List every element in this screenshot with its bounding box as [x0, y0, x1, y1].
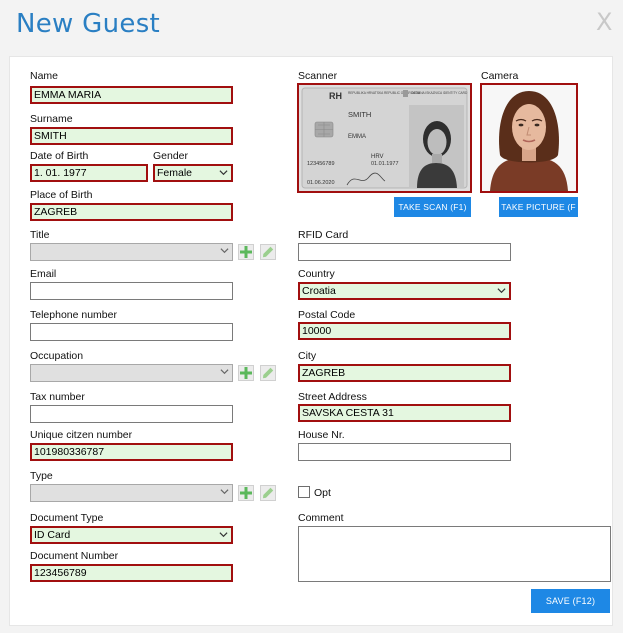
telephone-label: Telephone number [30, 309, 117, 321]
pencil-icon [263, 367, 274, 379]
pencil-icon [263, 246, 274, 258]
comment-textarea[interactable] [298, 526, 611, 582]
window-title: New Guest [16, 9, 161, 39]
pencil-icon [263, 487, 274, 499]
tax-number-label: Tax number [30, 391, 85, 403]
chevron-down-icon [219, 170, 228, 176]
title-bar: New Guest X [0, 0, 623, 52]
email-label: Email [30, 268, 57, 280]
unique-citizen-number-label: Unique citzen number [30, 429, 133, 441]
document-number-field[interactable]: 123456789 [30, 564, 233, 582]
edit-occupation-button[interactable] [260, 365, 276, 381]
scanner-preview: RH REPUBLIKA HRVATSKA REPUBLIC OF CROATI… [297, 83, 472, 193]
opt-label: Opt [314, 487, 331, 499]
city-field[interactable]: ZAGREB [298, 364, 511, 382]
take-picture-button[interactable]: TAKE PICTURE (F [499, 197, 578, 217]
close-icon[interactable]: X [596, 10, 612, 34]
country-select[interactable]: Croatia [298, 282, 511, 300]
house-nr-label: House Nr. [298, 429, 345, 441]
add-title-button[interactable] [238, 244, 254, 260]
id-card-nationality: HRV [371, 154, 384, 160]
document-type-select[interactable]: ID Card [30, 526, 233, 544]
occupation-label: Occupation [30, 350, 84, 362]
name-label: Name [30, 70, 59, 82]
plus-icon [240, 246, 252, 258]
place-of-birth-field[interactable]: ZAGREB [30, 203, 233, 221]
guest-photo [482, 85, 576, 191]
email-field[interactable] [30, 282, 233, 300]
house-nr-field[interactable] [298, 443, 511, 461]
title-select[interactable] [30, 243, 233, 261]
street-address-field[interactable]: SAVSKA CESTA 31 [298, 404, 511, 422]
tax-number-field[interactable] [30, 405, 233, 423]
opt-checkbox[interactable] [298, 486, 310, 498]
surname-label: Surname [30, 113, 73, 125]
chevron-down-icon [497, 288, 506, 294]
id-card-portrait-face [427, 129, 447, 155]
gender-value: Female [157, 167, 193, 179]
id-card-image: RH REPUBLIKA HRVATSKA REPUBLIC OF CROATI… [299, 85, 470, 191]
chevron-down-icon [220, 369, 229, 375]
camera-preview [480, 83, 578, 193]
name-field[interactable]: EMMA MARIA [30, 86, 233, 104]
postal-code-field[interactable]: 10000 [298, 322, 511, 340]
edit-type-button[interactable] [260, 485, 276, 501]
gender-label: Gender [153, 150, 189, 162]
chevron-down-icon [220, 489, 229, 495]
dob-label: Date of Birth [30, 150, 89, 162]
document-type-value: ID Card [34, 529, 71, 541]
id-card-expiry: 01.06.2020 [307, 180, 335, 186]
rfid-card-label: RFID Card [298, 229, 349, 241]
place-of-birth-label: Place of Birth [30, 189, 93, 201]
country-label: Country [298, 268, 335, 280]
take-scan-button[interactable]: TAKE SCAN (F1) [394, 197, 471, 217]
dob-field[interactable]: 1. 01. 1977 [30, 164, 148, 182]
street-address-label: Street Address [298, 391, 367, 403]
id-card-header-left: REPUBLIKA HRVATSKA REPUBLIC OF CROATIA [348, 91, 421, 95]
save-button[interactable]: SAVE (F12) [531, 589, 610, 613]
comment-label: Comment [298, 512, 344, 524]
country-value: Croatia [302, 285, 336, 297]
id-card-country-code: RH [329, 91, 342, 101]
type-label: Type [30, 470, 53, 482]
add-type-button[interactable] [238, 485, 254, 501]
occupation-select[interactable] [30, 364, 233, 382]
id-card-birth-date: 01.01.1977 [371, 161, 399, 167]
telephone-field[interactable] [30, 323, 233, 341]
id-card-doc-number: 123456789 [307, 161, 335, 167]
type-select[interactable] [30, 484, 233, 502]
gender-select[interactable]: Female [153, 164, 233, 182]
chevron-down-icon [219, 532, 228, 538]
city-label: City [298, 350, 317, 362]
id-card-given-name: EMMA [348, 134, 366, 140]
add-occupation-button[interactable] [238, 365, 254, 381]
plus-icon [240, 367, 252, 379]
camera-label: Camera [481, 70, 519, 82]
rfid-card-field[interactable] [298, 243, 511, 261]
unique-citizen-number-field[interactable]: 101980336787 [30, 443, 233, 461]
surname-field[interactable]: SMITH [30, 127, 233, 145]
id-card-surname: SMITH [348, 110, 371, 119]
scanner-label: Scanner [298, 70, 338, 82]
chevron-down-icon [220, 248, 229, 254]
document-number-label: Document Number [30, 550, 119, 562]
plus-icon [240, 487, 252, 499]
id-card-header-right: OSOBNA ISKAZNICA IDENTITY CARD [411, 91, 468, 95]
title-label: Title [30, 229, 50, 241]
postal-code-label: Postal Code [298, 309, 356, 321]
edit-title-button[interactable] [260, 244, 276, 260]
document-type-label: Document Type [30, 512, 104, 524]
